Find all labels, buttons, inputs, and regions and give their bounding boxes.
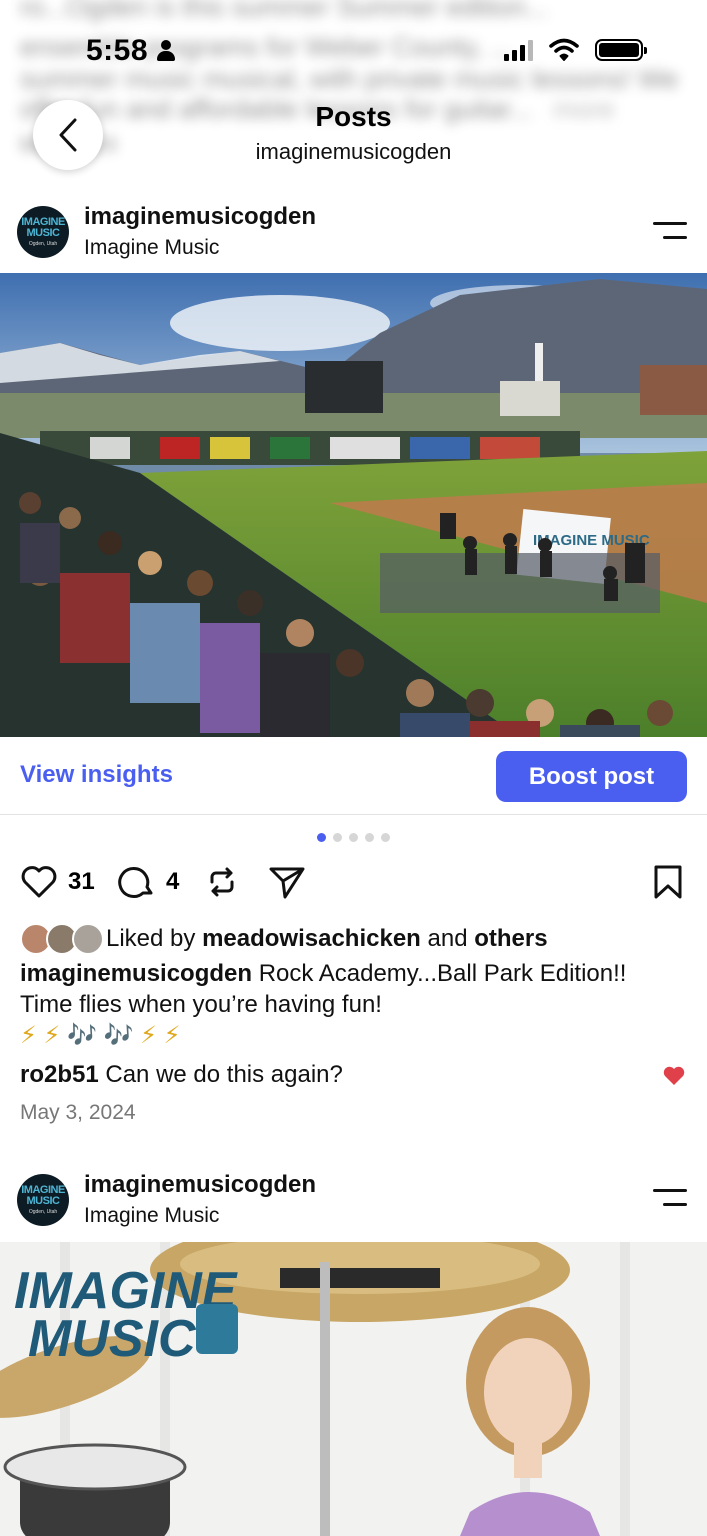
- share-button[interactable]: [268, 864, 306, 900]
- boost-post-button[interactable]: Boost post: [496, 751, 687, 802]
- liked-by-and: and: [427, 925, 468, 952]
- more-options-icon[interactable]: [653, 222, 687, 240]
- post-actions: 31 4: [0, 860, 707, 904]
- liked-by-row[interactable]: Liked by meadowisachicken and others: [20, 923, 548, 955]
- avatar-city-text: Ogden, Utah: [28, 1209, 58, 1215]
- liked-by-avatars: [20, 923, 104, 955]
- status-bar-indicators: [504, 38, 647, 62]
- liked-by-others[interactable]: others: [474, 925, 547, 953]
- view-insights-link[interactable]: View insights: [20, 761, 173, 789]
- image-logo-text: MUSIC: [28, 1310, 197, 1368]
- avatar[interactable]: IMAGINE MUSIC Ogden, Utah: [17, 1174, 69, 1226]
- avatar[interactable]: IMAGINE MUSIC Ogden, Utah: [17, 206, 69, 258]
- carousel-dot: [365, 833, 374, 842]
- cellular-signal-icon: [504, 39, 533, 61]
- post-header: IMAGINE MUSIC Ogden, Utah imaginemusicog…: [0, 1170, 707, 1240]
- comment-button[interactable]: 4: [118, 864, 179, 900]
- drum-lesson-photo: IMAGINE MUSIC: [0, 1242, 707, 1536]
- time-text: 5:58: [86, 34, 149, 67]
- save-button[interactable]: [652, 864, 684, 900]
- avatar-logo-text: MUSIC: [26, 227, 60, 239]
- comment-count: 4: [166, 868, 180, 895]
- person-icon: [156, 40, 176, 62]
- repost-icon: [210, 867, 234, 897]
- bg-line: summer music musical, with private music…: [20, 64, 679, 94]
- post-image-stadium[interactable]: IMAGINE MUSIC: [0, 273, 707, 737]
- battery-icon: [595, 39, 647, 61]
- comment-text: Can we do this again?: [105, 1061, 343, 1088]
- avatar: [72, 923, 104, 955]
- comment-username[interactable]: ro2b51: [20, 1061, 99, 1088]
- bookmark-icon: [654, 865, 682, 899]
- post-image-drums[interactable]: IMAGINE MUSIC: [0, 1242, 707, 1536]
- comment-like-heart-icon[interactable]: [663, 1066, 685, 1086]
- post-audio-label[interactable]: Imagine Music: [84, 236, 219, 260]
- carousel-dot: [349, 833, 358, 842]
- post-header: IMAGINE MUSIC Ogden, Utah imaginemusicog…: [0, 200, 707, 270]
- repost-button[interactable]: [204, 864, 240, 900]
- blurred-background-caption: ro...Ogden is this summer Summer edition…: [0, 0, 707, 200]
- insights-row: View insights Boost post: [0, 737, 707, 815]
- liked-by-user[interactable]: meadowisachicken: [202, 925, 421, 953]
- post-caption: imaginemusicogden Rock Academy...Ball Pa…: [20, 958, 680, 1051]
- bg-line: ro...Ogden is this summer Summer edition…: [20, 0, 549, 22]
- page-title: Posts: [315, 101, 392, 132]
- more-options-icon[interactable]: [653, 1189, 687, 1207]
- carousel-dot: [333, 833, 342, 842]
- carousel-dot-active: [317, 833, 326, 842]
- carousel-dot: [381, 833, 390, 842]
- comment-icon: [118, 867, 153, 898]
- send-icon: [269, 867, 305, 899]
- liked-by-prefix: Liked by: [106, 925, 196, 952]
- like-button[interactable]: 31: [20, 864, 95, 900]
- avatar-logo-text: MUSIC: [26, 1195, 60, 1207]
- heart-icon: [21, 866, 57, 898]
- post-date: May 3, 2024: [20, 1101, 136, 1124]
- top-header: ro...Ogden is this summer Summer edition…: [0, 0, 707, 200]
- stadium-concert-photo: IMAGINE MUSIC: [0, 273, 707, 737]
- caption-username[interactable]: imaginemusicogden: [20, 960, 252, 987]
- post-audio-label[interactable]: Imagine Music: [84, 1204, 219, 1228]
- avatar-city-text: Ogden, Utah: [28, 241, 58, 247]
- comment-preview[interactable]: ro2b51 Can we do this again?: [20, 1061, 343, 1089]
- carousel-indicator: [0, 833, 707, 842]
- wifi-icon: [549, 38, 579, 61]
- post-username[interactable]: imaginemusicogden: [84, 1171, 316, 1199]
- caption-emojis: ⚡ ⚡ 🎶 🎶 ⚡ ⚡: [20, 1022, 181, 1049]
- status-bar-time: 5:58: [86, 34, 176, 68]
- like-count: 31: [68, 868, 95, 895]
- page-subtitle: imaginemusicogden: [255, 139, 452, 164]
- post-username[interactable]: imaginemusicogden: [84, 203, 316, 231]
